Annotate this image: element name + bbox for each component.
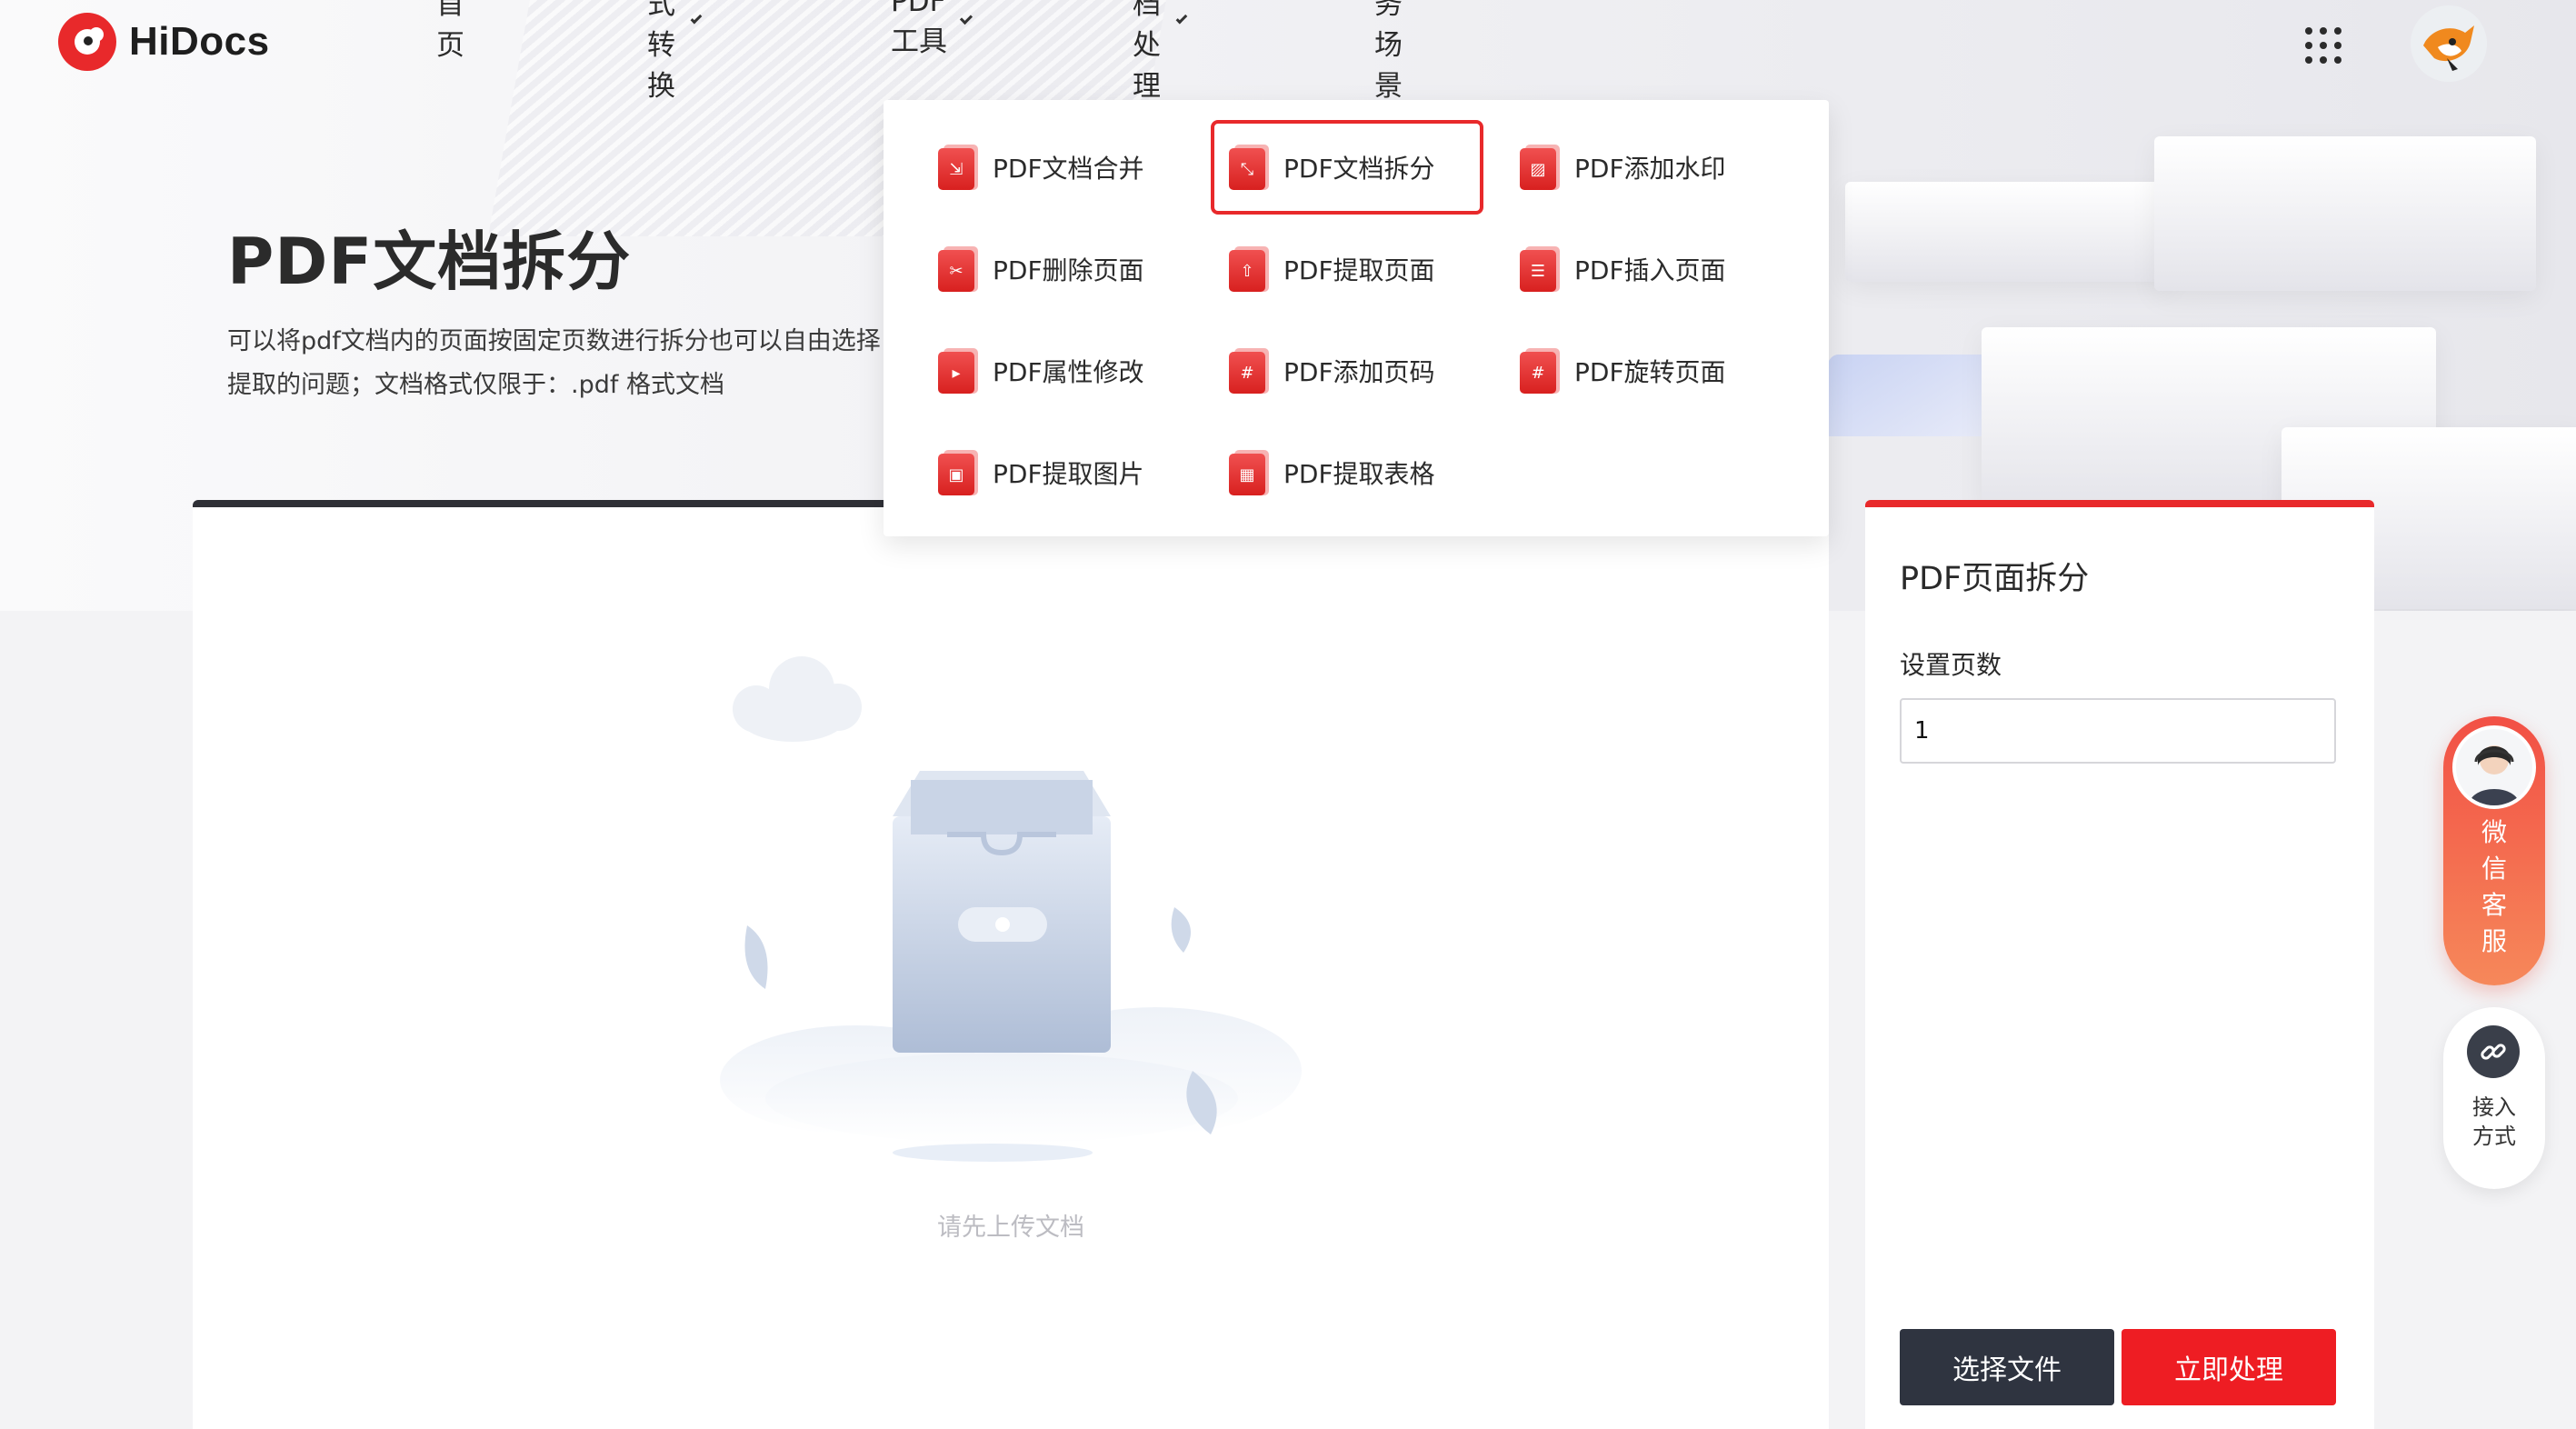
fox-avatar-icon [2411,5,2487,82]
menu-item-label: PDF插入页面 [1574,255,1726,285]
process-now-button[interactable]: 立即处理 [2122,1329,2336,1405]
page-description: 可以将pdf文档内的页面按固定页数进行拆分也可以自由选择 提取的问题；文档格式仅… [227,320,900,407]
nav-service-scenarios-label: 服务场景 [1374,0,1403,103]
menu-item-label: PDF旋转页面 [1574,357,1726,387]
menu-item-pdf-rotate-page[interactable]: # PDF旋转页面 [1465,324,1738,418]
chevron-down-icon [690,12,703,25]
nav-pdf-tools[interactable]: PDF工具 [891,0,973,58]
apps-grid-icon[interactable] [2305,27,2341,64]
logo[interactable]: HiDocs [58,13,270,71]
menu-item-label: PDF提取表格 [1283,459,1435,489]
extract-image-icon: ▣ [938,450,978,495]
split-settings-panel: PDF页面拆分 设置页数 选择文件 立即处理 [1865,500,2374,1429]
menu-item-label: PDF删除页面 [993,255,1144,285]
extract-table-icon: ▦ [1229,450,1269,495]
menu-item-label: PDF属性修改 [993,357,1144,387]
page-description-line-1: 可以将pdf文档内的页面按固定页数进行拆分也可以自由选择 [227,327,881,355]
settings-title: PDF页面拆分 [1900,561,2090,597]
pages-label: 设置页数 [1900,650,2002,680]
menu-item-pdf-extract-page[interactable]: ⇧ PDF提取页面 [1174,222,1447,316]
menu-item-pdf-properties[interactable]: ▸ PDF属性修改 [884,324,1156,418]
access-method-button[interactable]: 接入 方式 [2443,1007,2545,1189]
user-avatar[interactable] [2411,5,2487,82]
page-title: PDF文档拆分 [227,225,632,299]
empty-box-illustration [720,656,1302,1162]
menu-item-pdf-merge[interactable]: ⇲ PDF文档合并 [884,120,1156,215]
split-icon: ⤡ [1229,145,1269,190]
nav-service-scenarios[interactable]: 服务场景 [1374,0,1403,103]
rotate-page-icon: # [1520,348,1560,394]
wechat-customer-service-button[interactable]: 微 信 客 服 [2443,716,2545,985]
menu-item-pdf-page-numbers[interactable]: # PDF添加页码 [1174,324,1447,418]
page-number-icon: # [1229,348,1269,394]
nav-pdf-tools-label: PDF工具 [891,0,947,58]
menu-item-pdf-split[interactable]: ⤡ PDF文档拆分 [1211,120,1483,215]
nav-home[interactable]: 首页 [436,0,464,62]
menu-item-pdf-watermark[interactable]: ▨ PDF添加水印 [1465,120,1738,215]
menu-item-label: PDF提取页面 [1283,255,1435,285]
customer-service-avatar-icon [2452,725,2536,809]
menu-item-pdf-delete-page[interactable]: ✂ PDF删除页面 [884,222,1156,316]
watermark-icon: ▨ [1520,145,1560,190]
access-method-label: 接入 方式 [2472,1094,2516,1149]
chevron-down-icon [1175,12,1188,25]
pages-input[interactable] [1900,698,2336,764]
nav-format-convert[interactable]: 格式转换 [647,0,703,103]
menu-item-label: PDF添加页码 [1283,357,1435,387]
menu-item-pdf-extract-images[interactable]: ▣ PDF提取图片 [884,425,1156,520]
pdf-tools-dropdown: ⇲ PDF文档合并 ⤡ PDF文档拆分 ▨ PDF添加水印 ✂ PDF删除页面 … [884,100,1829,536]
menu-item-label: PDF添加水印 [1574,154,1726,184]
extract-page-icon: ⇧ [1229,246,1269,292]
properties-icon: ▸ [938,348,978,394]
menu-item-label: PDF文档拆分 [1283,154,1435,184]
upload-empty-hint: 请先上传文档 [937,1214,1084,1242]
menu-item-label: PDF提取图片 [993,459,1144,489]
top-navigation: HiDocs 首页 格式转换 PDF工具 文档处理 服务场景 [0,0,2576,103]
logo-icon [58,13,116,71]
nav-home-label: 首页 [436,0,464,62]
chevron-down-icon [959,12,973,25]
delete-page-icon: ✂ [938,246,978,292]
merge-icon: ⇲ [938,145,978,190]
upload-area[interactable]: 请先上传文档 [193,500,1829,1429]
wechat-customer-service-label: 微 信 客 服 [2481,817,2507,956]
nav-document-processing-label: 文档处理 [1133,0,1161,103]
nav-format-convert-label: 格式转换 [647,0,675,103]
choose-file-button[interactable]: 选择文件 [1900,1329,2114,1405]
menu-item-pdf-extract-tables[interactable]: ▦ PDF提取表格 [1174,425,1447,520]
logo-text: HiDocs [129,19,270,64]
menu-item-pdf-insert-page[interactable]: ☰ PDF插入页面 [1465,222,1738,316]
page-description-line-2: 提取的问题；文档格式仅限于：.pdf 格式文档 [227,371,724,399]
nav-document-processing[interactable]: 文档处理 [1133,0,1188,103]
insert-page-icon: ☰ [1520,246,1560,292]
link-icon [2467,1025,2520,1078]
menu-item-label: PDF文档合并 [993,154,1144,184]
